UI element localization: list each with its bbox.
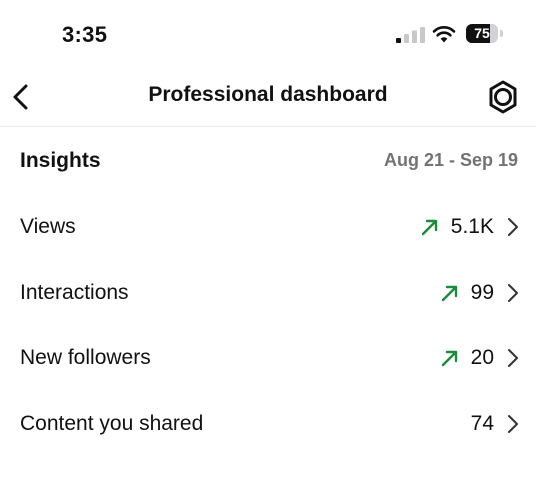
metric-value-group: 74	[471, 408, 520, 440]
page-title: Professional dashboard	[148, 83, 388, 106]
metric-value: 20	[470, 346, 494, 369]
chevron-right-icon	[508, 349, 518, 367]
chevron-right-icon	[508, 218, 518, 236]
metric-row-interactions[interactable]: Interactions 99	[0, 265, 536, 321]
insights-title: Insights	[20, 149, 101, 172]
metric-label: Views	[20, 215, 76, 238]
metric-value-group: 20	[439, 342, 520, 374]
metric-value: 5.1K	[450, 215, 494, 238]
trend-up-icon	[441, 285, 457, 302]
metric-value: 99	[470, 281, 494, 304]
battery-level: 75	[474, 25, 490, 41]
metric-value: 74	[470, 412, 494, 435]
settings-gear-icon	[489, 80, 517, 114]
metric-value-group: 5.1K	[419, 211, 520, 243]
trend-up-icon	[441, 350, 457, 367]
trend-up-icon	[421, 219, 437, 236]
metric-value-group: 99	[439, 277, 520, 309]
metric-label: Interactions	[20, 281, 129, 304]
professional-dashboard-screen: 3:35 75 Professional dashboard Insights …	[0, 0, 536, 484]
metric-row-views[interactable]: Views 5.1K	[0, 199, 536, 255]
battery-tip	[500, 30, 503, 37]
metric-row-new-followers[interactable]: New followers 20	[0, 330, 536, 386]
status-bar: 3:35 75	[0, 0, 536, 70]
battery-body: 75	[466, 24, 498, 43]
chevron-right-icon	[508, 415, 518, 433]
metric-label: Content you shared	[20, 412, 204, 435]
top-nav-bar: Professional dashboard	[0, 70, 536, 127]
status-time: 3:35	[62, 22, 108, 47]
chevron-right-icon	[508, 284, 518, 302]
metric-row-content-you-shared[interactable]: Content you shared 74	[0, 396, 536, 452]
date-range[interactable]: Aug 21 - Sep 19	[384, 150, 518, 171]
wifi-icon	[432, 25, 456, 43]
settings-button[interactable]	[484, 78, 522, 116]
insights-section-header: Insights Aug 21 - Sep 19	[0, 138, 536, 184]
battery-icon: 75	[466, 24, 506, 44]
signal-icon	[396, 27, 425, 43]
metric-label: New followers	[20, 346, 151, 369]
